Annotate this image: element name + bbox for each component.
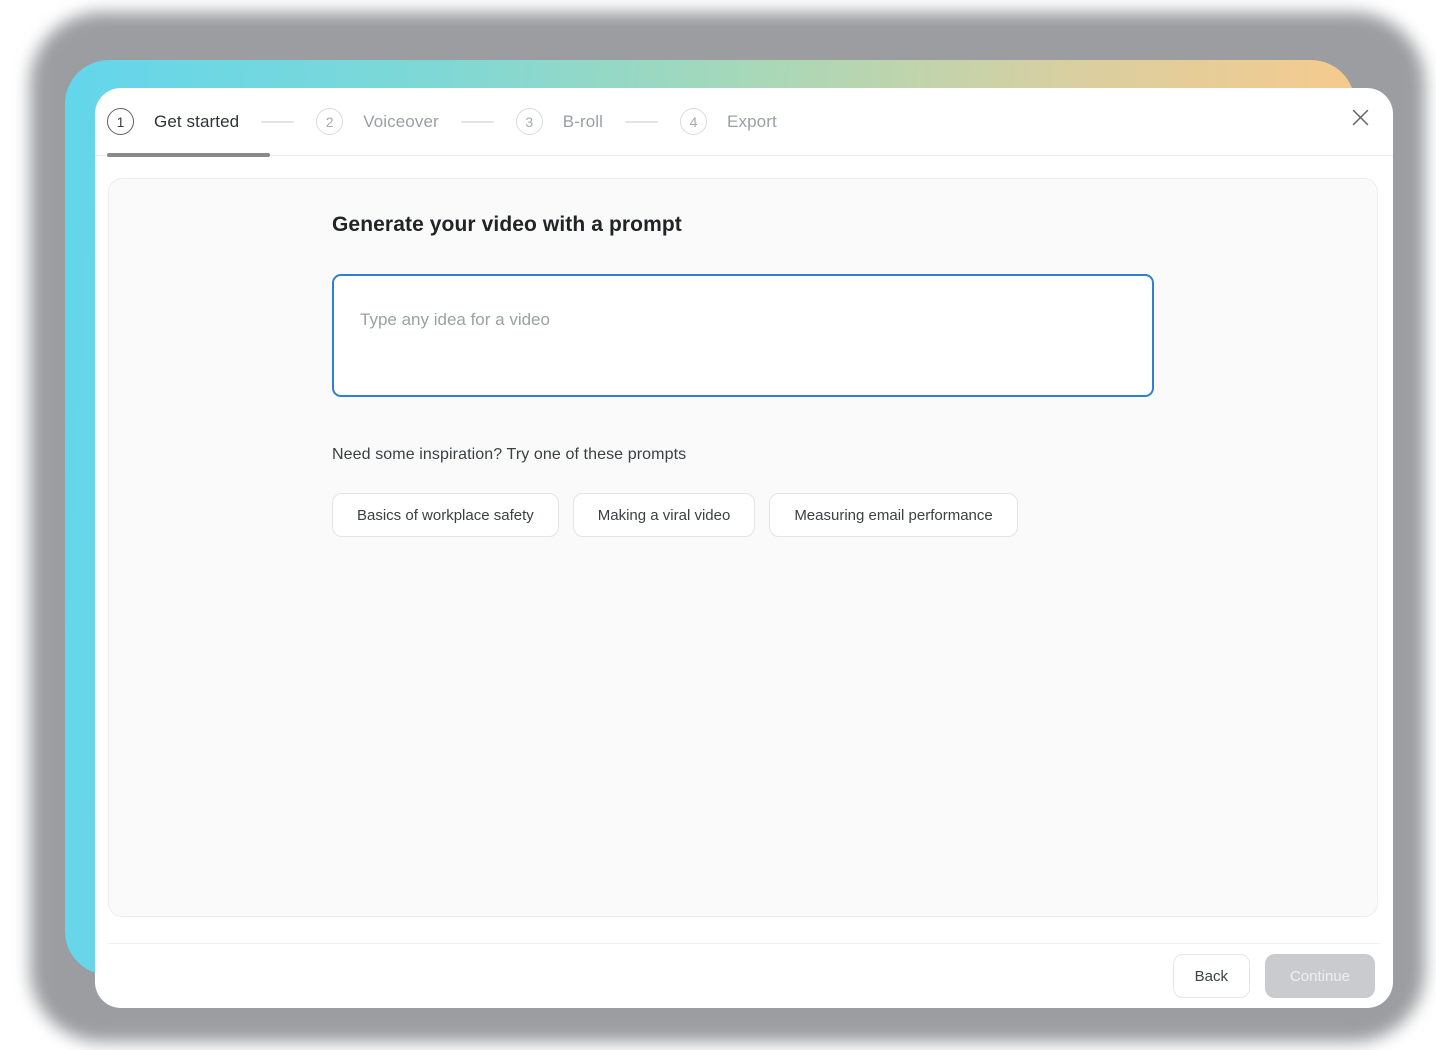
suggestion-chip-email-performance[interactable]: Measuring email performance	[769, 493, 1017, 537]
step-number-badge: 4	[680, 108, 707, 135]
step-voiceover[interactable]: 2 Voiceover	[316, 108, 439, 135]
step-number-badge: 3	[516, 108, 543, 135]
video-prompt-input[interactable]	[332, 274, 1154, 397]
step-connector	[625, 121, 658, 123]
wizard-stepper: 1 Get started 2 Voiceover 3 B-roll 4 Exp…	[95, 88, 1393, 156]
inspiration-label: Need some inspiration? Try one of these …	[332, 446, 1154, 464]
step-label: Voiceover	[363, 112, 439, 132]
prompt-suggestions: Basics of workplace safety Making a vira…	[332, 493, 1154, 537]
continue-button[interactable]: Continue	[1265, 954, 1375, 998]
wizard-content-panel: Generate your video with a prompt Need s…	[108, 178, 1378, 917]
active-step-underline	[107, 153, 270, 157]
page-title: Generate your video with a prompt	[332, 213, 1154, 237]
step-label: Get started	[154, 112, 239, 132]
step-number-badge: 2	[316, 108, 343, 135]
step-label: Export	[727, 112, 777, 132]
wizard-footer: Back Continue	[108, 943, 1380, 1008]
step-connector	[261, 121, 294, 123]
suggestion-chip-workplace-safety[interactable]: Basics of workplace safety	[332, 493, 559, 537]
step-label: B-roll	[563, 112, 603, 132]
back-button[interactable]: Back	[1173, 954, 1250, 998]
suggestion-chip-viral-video[interactable]: Making a viral video	[573, 493, 756, 537]
step-get-started[interactable]: 1 Get started	[107, 108, 239, 135]
step-b-roll[interactable]: 3 B-roll	[516, 108, 603, 135]
close-button[interactable]	[1342, 101, 1378, 137]
step-number-badge: 1	[107, 108, 134, 135]
step-connector	[461, 121, 494, 123]
step-export[interactable]: 4 Export	[680, 108, 777, 135]
video-wizard-modal: 1 Get started 2 Voiceover 3 B-roll 4 Exp…	[95, 88, 1393, 1008]
close-icon	[1351, 108, 1370, 130]
